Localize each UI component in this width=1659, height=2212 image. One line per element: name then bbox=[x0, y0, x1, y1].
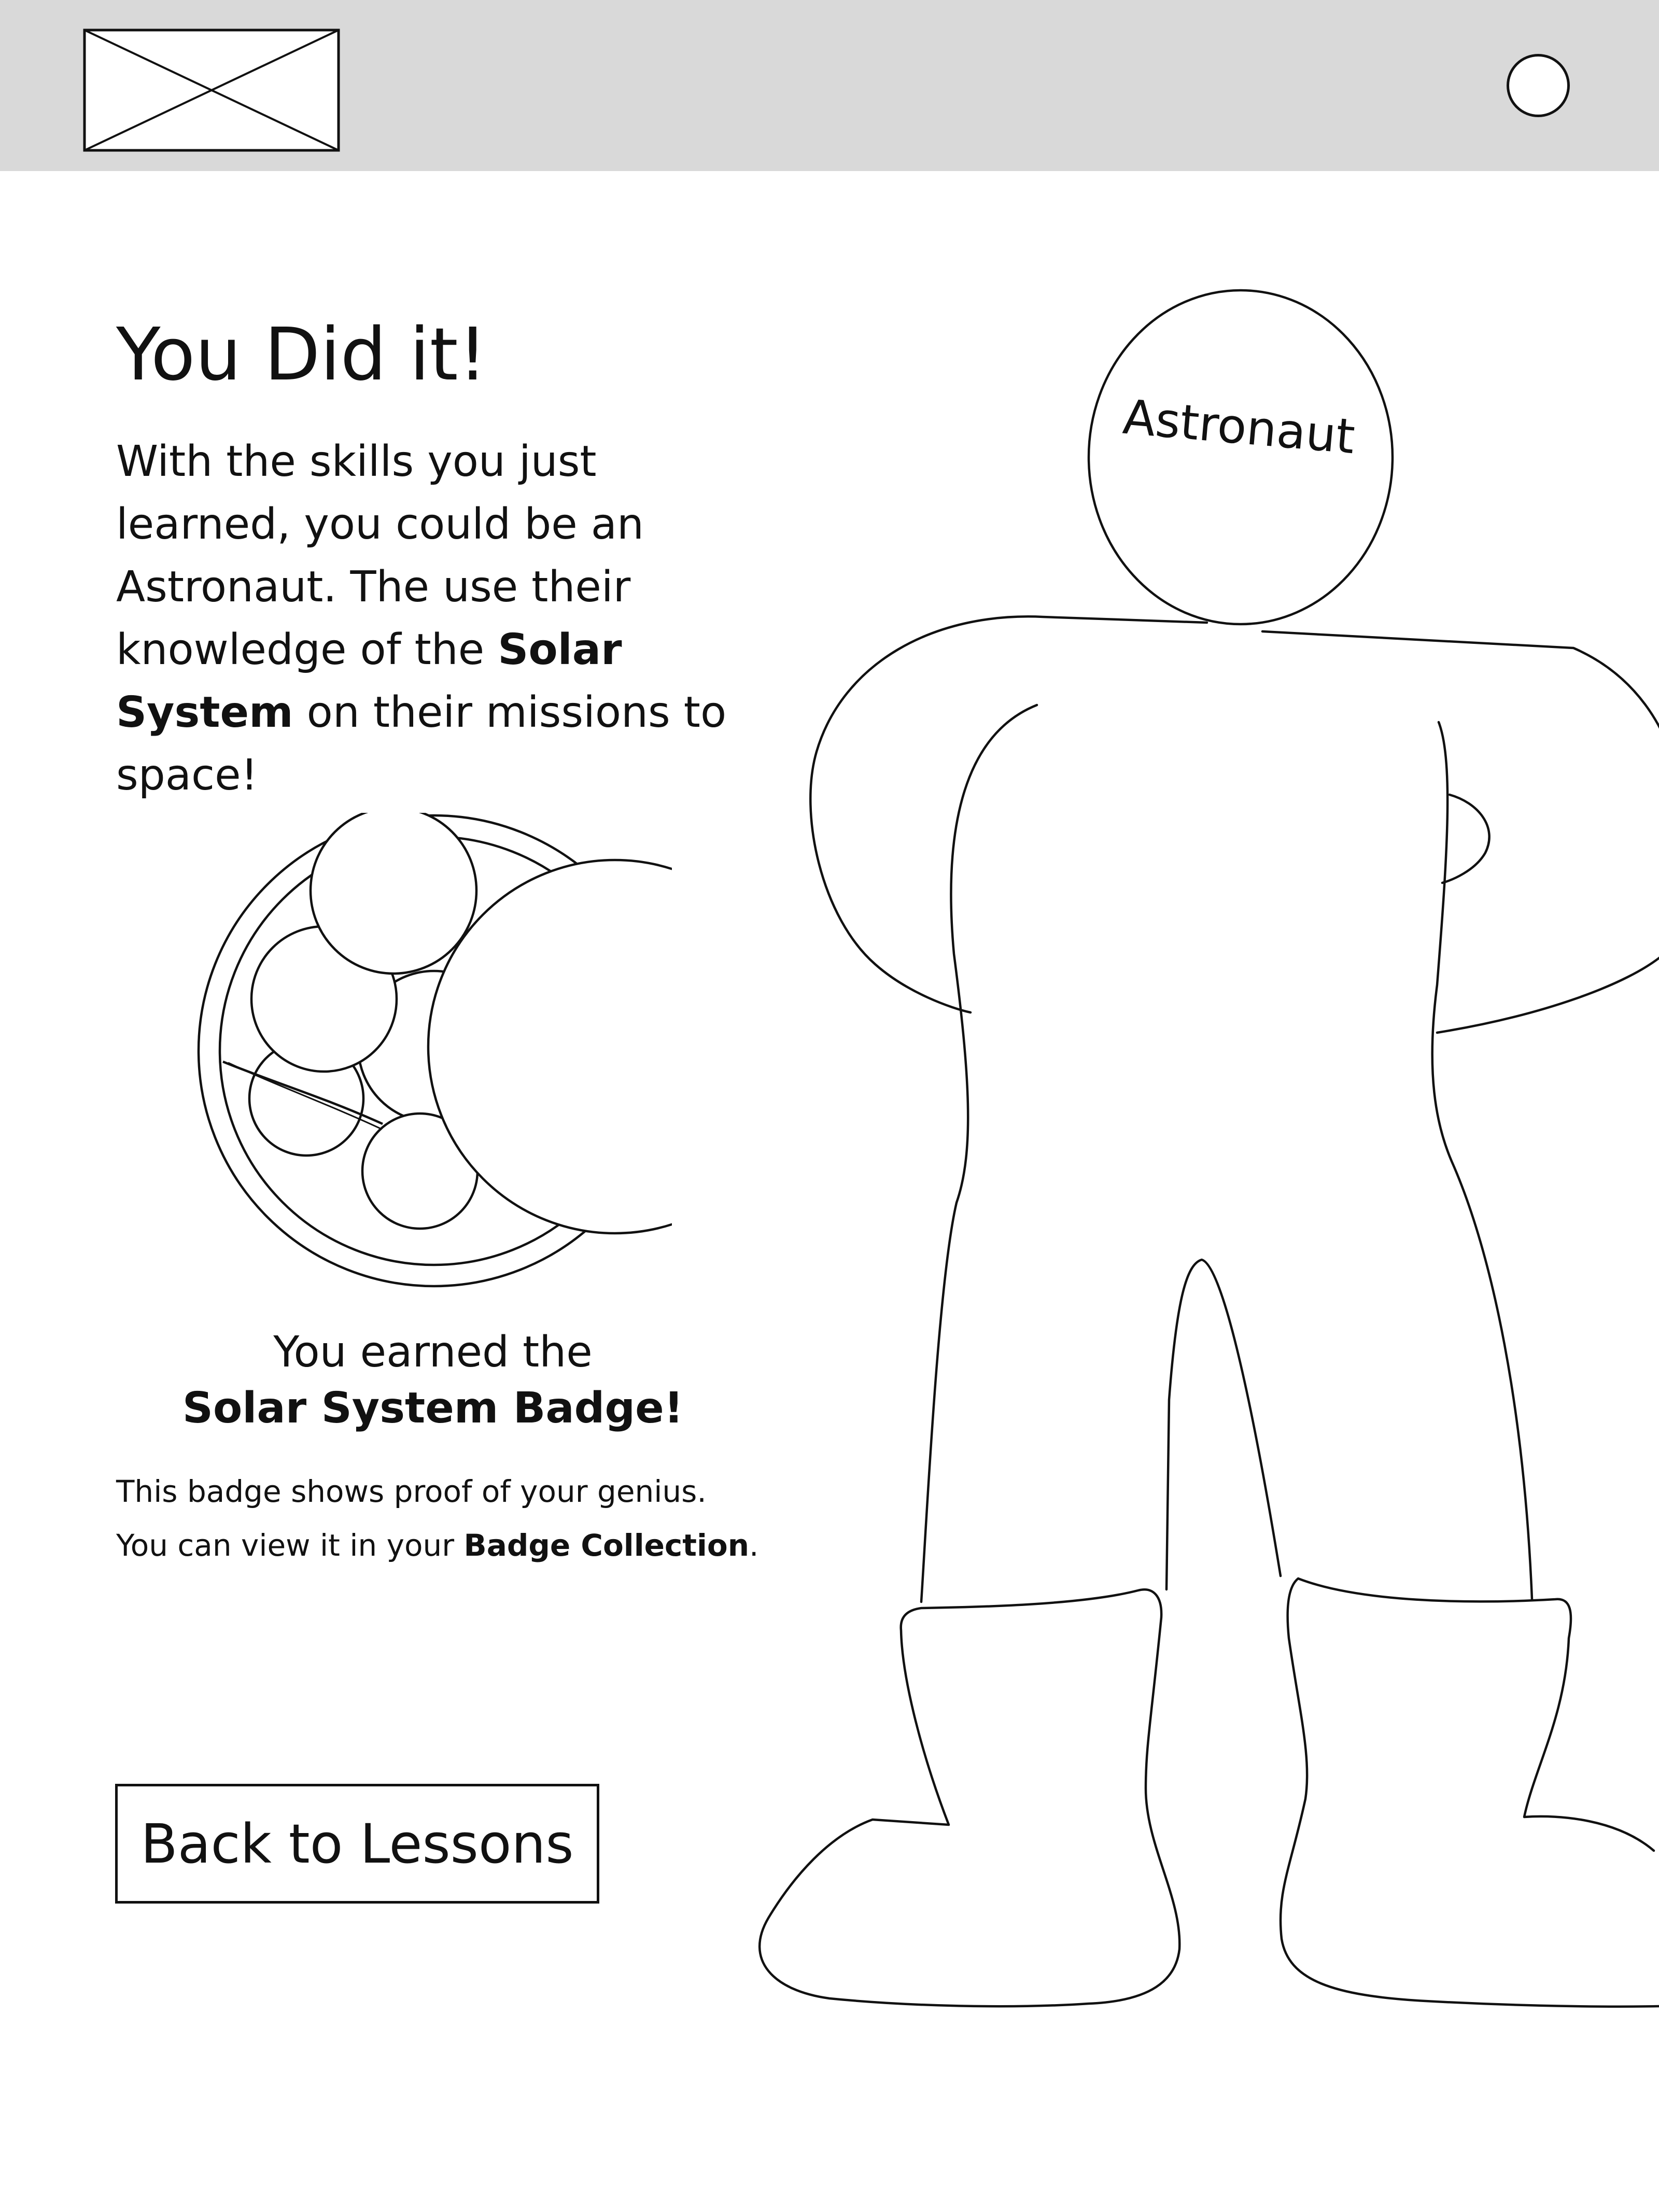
badge-proof-text: This badge shows proof of your genius. Y… bbox=[116, 1464, 785, 1572]
astronaut-icon: Astronaut bbox=[758, 289, 1659, 2008]
earned-line-1: You earned the bbox=[273, 1328, 593, 1377]
header-bar bbox=[0, 0, 1659, 171]
proof-line-2: You can view it in your Badge Collection… bbox=[116, 1518, 785, 1572]
solar-system-badge-icon bbox=[197, 813, 672, 1288]
page: You Did it! With the skills you just lea… bbox=[0, 0, 1659, 2212]
badge-earned-text: You earned the Solar System Badge! bbox=[124, 1325, 741, 1436]
proof-line-2-text: You can view it in your bbox=[116, 1528, 464, 1563]
proof-line-1: This badge shows proof of your genius. bbox=[116, 1474, 707, 1509]
intro-paragraph: With the skills you just learned, you co… bbox=[116, 430, 780, 807]
back-to-lessons-button[interactable]: Back to Lessons bbox=[115, 1784, 599, 1904]
logo-placeholder-icon[interactable] bbox=[83, 29, 340, 152]
page-title: You Did it! bbox=[116, 313, 487, 397]
earned-line-2: Solar System Badge! bbox=[182, 1384, 684, 1433]
profile-avatar-icon[interactable] bbox=[1507, 54, 1570, 117]
astronaut-label: Astronaut bbox=[1121, 389, 1357, 465]
badge-collection-link[interactable]: Badge Collection bbox=[463, 1528, 749, 1563]
